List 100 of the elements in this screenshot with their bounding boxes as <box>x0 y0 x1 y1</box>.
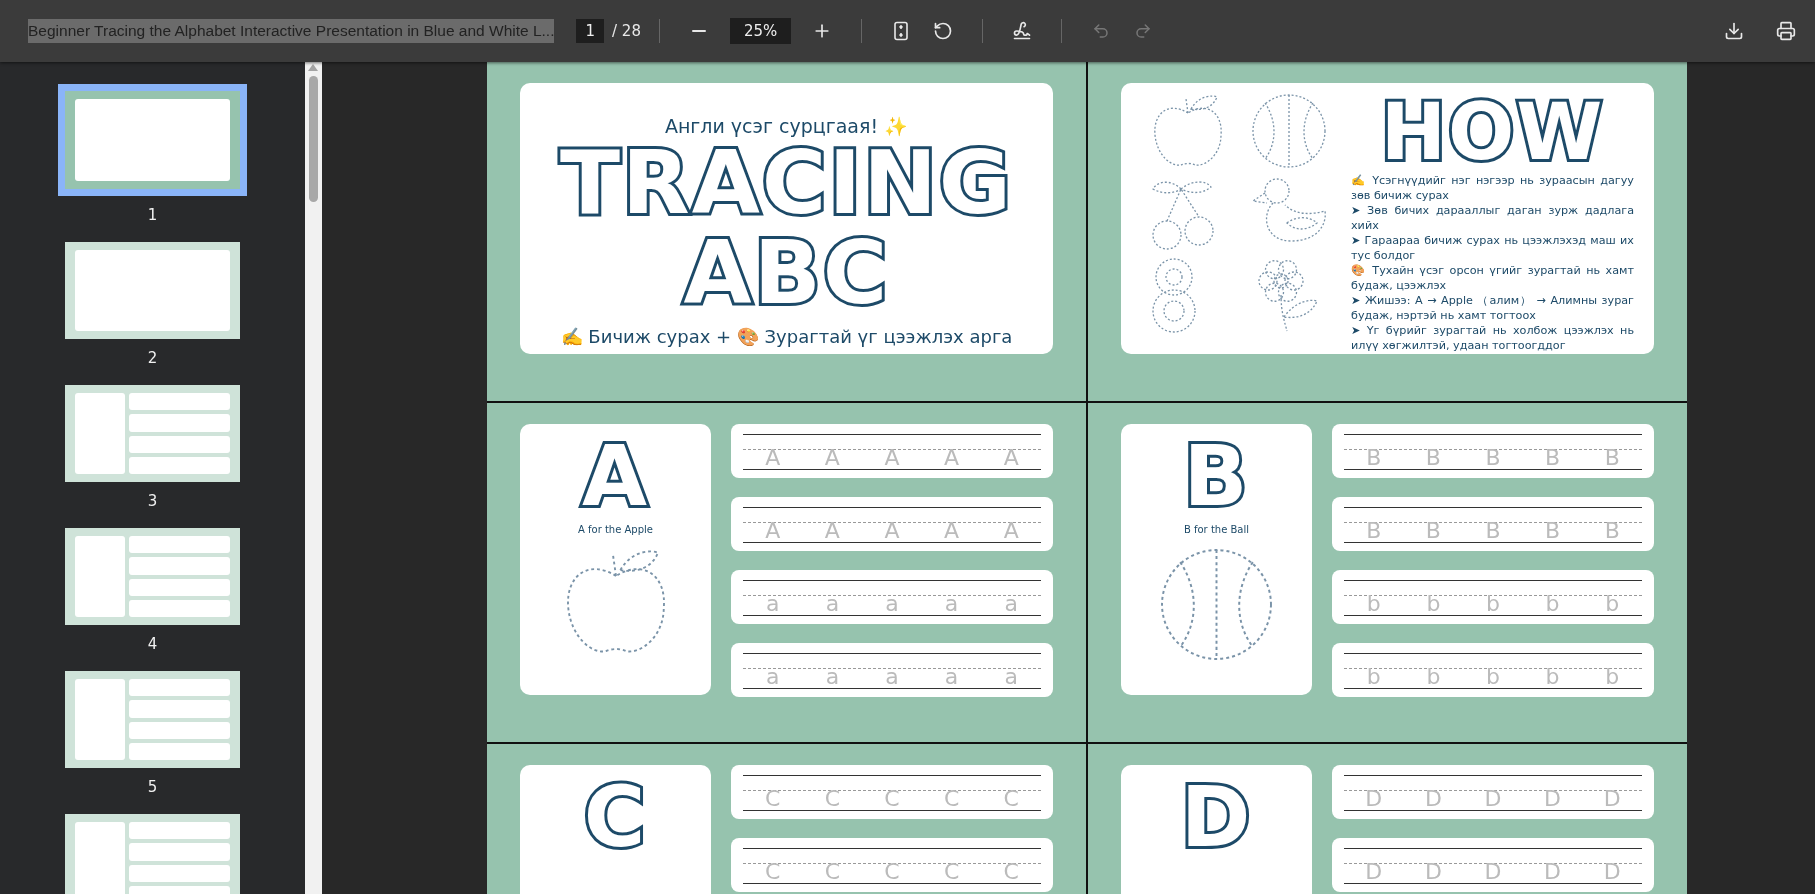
practice-letter: B <box>1545 520 1561 542</box>
practice-letter: b <box>1605 593 1620 615</box>
page-number-label: 1 <box>147 206 158 224</box>
practice-letter: B <box>1366 520 1382 542</box>
practice-letter: a <box>885 666 899 688</box>
practice-letter: B <box>1604 447 1620 469</box>
practice-letter: D <box>1544 861 1562 883</box>
practice-letter: b <box>1366 593 1381 615</box>
practice-letter: b <box>1426 666 1441 688</box>
practice-letter: D <box>1603 861 1621 883</box>
practice-letter: a <box>944 593 959 615</box>
page-thumbnail[interactable] <box>65 671 240 768</box>
practice-letter: a <box>944 666 959 688</box>
practice-letter: A <box>765 447 781 469</box>
slide-heading: HOW <box>1380 93 1606 173</box>
practice-letter: C <box>1003 788 1019 810</box>
print-icon <box>1776 21 1796 41</box>
practice-letter: a <box>1004 666 1018 688</box>
minus-icon <box>691 30 706 32</box>
practice-letter: A <box>824 447 840 469</box>
rotate-icon <box>933 21 954 41</box>
page-thumbnail[interactable] <box>65 814 240 894</box>
practice-letter: B <box>1545 447 1561 469</box>
page-number-label: 5 <box>147 778 158 796</box>
slide-subtitle: Англи үсэг сурцгаая! ✨ <box>664 115 909 138</box>
instruction-text: ➤ Зөв бичих дарааллыг даган зурж дадлага хийх <box>1351 202 1634 233</box>
practice-letter: D <box>1365 861 1383 883</box>
practice-letter: A <box>1003 447 1019 469</box>
page-number-field[interactable]: 1 <box>576 19 604 43</box>
practice-letter: C <box>765 861 781 883</box>
practice-letter: D <box>1424 788 1442 810</box>
practice-letter: C <box>765 788 781 810</box>
practice-letter: D <box>1603 788 1621 810</box>
tracing-letter: B <box>1182 434 1251 520</box>
practice-letter: a <box>825 593 840 615</box>
page-thumbnail[interactable] <box>65 242 240 339</box>
practice-letter: b <box>1605 666 1620 688</box>
instruction-text: ➤ Үг бүрийг зурагтай нь холбож цээжлэх нь илүү хөгжилтэй, удаан тогтоогддог <box>1351 322 1634 353</box>
practice-letter: a <box>1004 593 1018 615</box>
practice-letter: b <box>1426 593 1441 615</box>
practice-letter: A <box>884 520 900 542</box>
practice-letter: b <box>1486 666 1500 688</box>
practice-letter: A <box>765 520 781 542</box>
slide-title: ABC <box>678 227 895 318</box>
page-thumbnail[interactable] <box>58 84 247 196</box>
practice-letter: A <box>944 520 960 542</box>
page-number-label: 3 <box>147 492 158 510</box>
practice-letter: a <box>885 593 899 615</box>
practice-letter: a <box>766 666 780 688</box>
slide-title: TRACING <box>556 138 1015 228</box>
signature-icon <box>1012 21 1033 41</box>
tracing-letter: C <box>582 775 649 861</box>
practice-letter: a <box>825 666 840 688</box>
instruction-text: ➤ Гараараа бичиж сурах нь цээжлэхэд маш их тус болдог <box>1351 232 1634 263</box>
practice-letter: b <box>1366 666 1381 688</box>
practice-letter: B <box>1485 520 1501 542</box>
practice-letter: D <box>1544 788 1562 810</box>
zoom-field[interactable]: 25% <box>729 18 792 44</box>
practice-letter: b <box>1486 593 1500 615</box>
practice-letter: b <box>1545 593 1560 615</box>
practice-letter: D <box>1484 788 1502 810</box>
practice-letter: b <box>1545 666 1560 688</box>
practice-letter: B <box>1425 447 1441 469</box>
scrollbar[interactable] <box>305 62 322 894</box>
practice-letter: A <box>824 520 840 542</box>
redo-icon <box>1134 22 1153 40</box>
letter-caption: A for the Apple <box>578 523 653 535</box>
page-number-label: 4 <box>147 635 158 653</box>
instruction-text: 🎨 Тухайн үсэг орсон үгийг зурагтай нь хамт будаж, цээжлэх <box>1351 262 1634 293</box>
slide-footer: ✍ Бичиж сурах + 🎨 Зурагтай үг цээжлэх арга <box>560 325 1013 347</box>
tracing-letter: D <box>1179 775 1254 861</box>
instruction-text: ✍ Үсэгнүүдийг нэг нэгээр нь зураасын дагуу зөв бичиж сурах <box>1351 172 1634 203</box>
page-total: / 28 <box>612 22 641 40</box>
undo-icon <box>1092 22 1111 40</box>
practice-letter: C <box>824 861 841 883</box>
practice-letter: B <box>1604 520 1620 542</box>
practice-letter: C <box>1003 861 1019 883</box>
letter-caption: B for the Ball <box>1183 523 1250 535</box>
practice-letter: B <box>1366 447 1382 469</box>
practice-letter: C <box>824 788 841 810</box>
practice-letter: D <box>1365 788 1383 810</box>
practice-letter: C <box>884 861 900 883</box>
practice-letter: A <box>1003 520 1019 542</box>
practice-letter: D <box>1424 861 1442 883</box>
page-thumbnail[interactable] <box>65 528 240 625</box>
page-thumbnail[interactable] <box>65 385 240 482</box>
document-title: Beginner Tracing the Alphabet Interactive Presentation in Blue and White L... <box>28 19 555 43</box>
practice-letter: B <box>1425 520 1441 542</box>
page-number-label: 2 <box>147 349 158 367</box>
practice-letter: A <box>944 447 960 469</box>
practice-letter: C <box>884 788 900 810</box>
practice-letter: A <box>884 447 900 469</box>
download-icon <box>1724 21 1744 41</box>
practice-letter: C <box>943 788 960 810</box>
practice-letter: B <box>1485 447 1501 469</box>
practice-letter: C <box>943 861 960 883</box>
practice-letter: a <box>766 593 780 615</box>
instruction-text: ➤ Жишээ: A → Apple （алим） → Алимны зураг будаж, нэртэй нь хамт тогтоох <box>1351 292 1634 323</box>
practice-letter: D <box>1484 861 1502 883</box>
tracing-letter: A <box>577 434 654 520</box>
